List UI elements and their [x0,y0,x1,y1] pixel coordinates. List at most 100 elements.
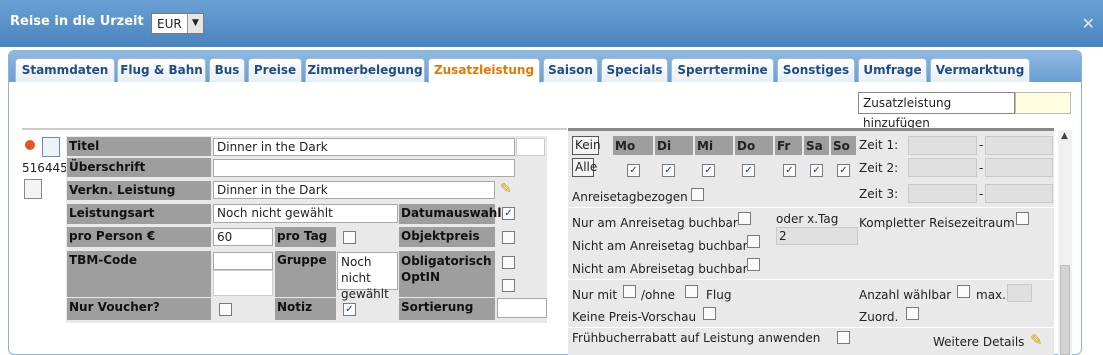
tab-zusatzleistung[interactable]: Zusatzleistung [428,58,540,83]
tab-saison[interactable]: Saison [543,58,598,82]
anzahl-waehlbar-checkbox[interactable] [957,285,970,298]
day-header-mo: Mo [613,136,653,155]
day-header-sa: Sa [804,136,829,155]
notiz-checkbox[interactable] [343,303,356,316]
nur-anreisetag-label: Nur am Anreisetag buchbar [572,216,738,230]
tab-stammdaten[interactable]: Stammdaten [15,58,115,82]
add-zusatzleistung-input[interactable] [1015,92,1071,114]
leistungsart-select[interactable]: Noch nicht gewählt [213,204,398,223]
pro-person-label: pro Person € [67,227,211,247]
copy-icon[interactable] [42,137,60,157]
chevron-down-icon[interactable]: ▼ [187,14,203,33]
zeit3-label: Zeit 3: [859,187,899,201]
anreisetagbezogen-label: Anreisetagbezogen [572,190,688,204]
kompletter-reisezeitraum-checkbox[interactable] [1016,212,1029,225]
nur-mit-label: Nur mit [572,288,618,302]
divider [568,207,1054,208]
tab-umfrage[interactable]: Umfrage [858,58,927,82]
edit-pencil-icon[interactable]: ✎ [500,181,512,197]
day-checkbox-mi[interactable] [702,164,715,177]
zeit2-label: Zeit 2: [859,161,899,175]
zeit3-from[interactable] [908,184,977,203]
day-checkbox-so[interactable] [837,164,850,177]
objektpreis-checkbox[interactable] [502,231,515,244]
max-label: max. [976,288,1006,302]
scrollbar-thumb[interactable] [1060,265,1070,355]
max-input[interactable] [1007,284,1032,302]
pro-person-input[interactable]: 60 [213,228,273,246]
nicht-abreisetag-checkbox[interactable] [747,258,760,271]
zeit2-sep: - [979,161,984,175]
delete-icon[interactable] [25,140,35,150]
tab-bus[interactable]: Bus [209,58,245,82]
verkn-leistung-label: Verkn. Leistung [67,181,211,200]
nicht-abreisetag-label: Nicht am Abreisetag buchbar [572,262,748,276]
window-titlebar: Reise in die Urzeit EUR ▼ ✕ [0,0,1103,47]
gruppe-select[interactable]: Noch nicht gewählt [337,252,398,301]
tab-vermarktung[interactable]: Vermarktung [930,58,1030,82]
anreisetagbezogen-checkbox[interactable] [691,188,704,201]
verkn-leistung-input[interactable]: Dinner in the Dark [213,181,495,199]
day-header-mi: Mi [695,136,733,155]
titel-input[interactable]: Dinner in the Dark [213,138,515,156]
tab-flug-bahn[interactable]: Flug & Bahn [117,58,206,82]
notiz-label: Notiz [275,298,336,320]
day-checkbox-di[interactable] [662,164,675,177]
nur-anreisetag-checkbox[interactable] [738,212,751,225]
edit-pencil-icon[interactable]: ✎ [1030,331,1043,349]
scrollbar[interactable]: ▲ [1058,130,1072,355]
ueberschrift-input[interactable] [213,159,515,177]
datumsauswahl-checkbox[interactable] [502,207,515,220]
zeit2-to[interactable] [985,158,1053,177]
optin-checkbox[interactable] [502,279,515,292]
currency-select[interactable]: EUR ▼ [151,13,204,34]
item-id: 516445 [22,161,68,175]
leistungsart-label: Leistungsart [67,204,211,224]
fruehbucherrabatt-checkbox[interactable] [837,331,850,344]
day-header-do: Do [735,136,773,155]
pro-tag-checkbox[interactable] [343,231,356,244]
zeit2-from[interactable] [908,158,977,177]
weitere-details-link[interactable]: Weitere Details [933,335,1024,349]
kein-button[interactable]: Kein [572,136,601,155]
tab-preise[interactable]: Preise [248,58,302,82]
ohne-checkbox[interactable] [685,285,698,298]
nur-mit-checkbox[interactable] [623,285,636,298]
divider [22,128,567,130]
nur-voucher-checkbox[interactable] [219,303,232,316]
titel-label: Titel [67,137,211,156]
objektpreis-label: Objektpreis [399,227,495,247]
alle-button[interactable]: Alle [572,158,597,177]
zuord-checkbox[interactable] [906,307,919,320]
tbm-code-input[interactable] [213,252,273,270]
day-checkbox-do[interactable] [742,164,755,177]
day-checkbox-sa[interactable] [810,164,823,177]
tab-sonstiges[interactable]: Sonstiges [777,58,855,82]
document-icon[interactable] [24,179,42,199]
zuord-label: Zuord. [859,310,899,324]
tab-specials[interactable]: Specials [601,58,668,82]
zeit1-to[interactable] [985,136,1053,155]
right-top-line [568,128,1054,131]
zeit3-to[interactable] [985,184,1053,203]
oder-x-tag-input[interactable]: 2 [776,227,858,245]
obligatorisch-checkbox[interactable] [502,256,515,269]
tbm-code-label: TBM-Code [67,251,211,297]
flug-label: Flug [706,288,732,302]
zeit1-from[interactable] [908,136,977,155]
ueberschrift-label: Überschrift [67,158,211,177]
day-checkbox-fr[interactable] [783,164,796,177]
day-checkbox-mo[interactable] [627,164,640,177]
divider [568,327,1054,328]
nur-voucher-label: Nur Voucher? [67,298,211,320]
close-icon[interactable]: ✕ [1082,14,1095,33]
add-zusatzleistung-button[interactable]: Zusatzleistung hinzufügen [858,92,1015,130]
tab-zimmerbelegung[interactable]: Zimmerbelegung [305,58,425,82]
anzahl-waehlbar-label: Anzahl wählbar [859,288,952,302]
zeit1-sep: - [979,138,984,152]
nicht-anreisetag-checkbox[interactable] [747,235,760,248]
scroll-up-icon[interactable]: ▲ [1061,131,1068,141]
tab-sperrtermine[interactable]: Sperrtermine [671,58,774,82]
sortierung-input[interactable] [497,298,547,318]
keine-preis-vorschau-checkbox[interactable] [703,307,716,320]
